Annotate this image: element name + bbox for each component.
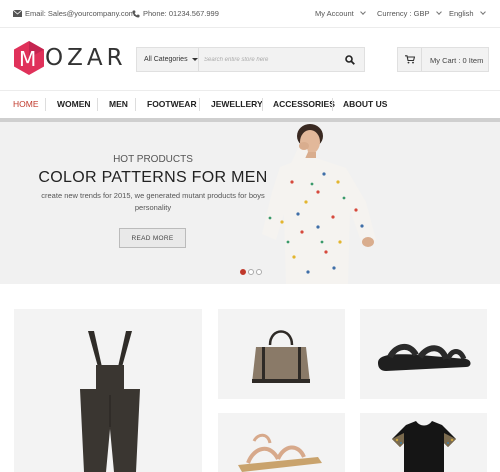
phone-icon <box>132 10 140 17</box>
nav-divider <box>45 98 46 111</box>
email-text: Email: Sales@yourcompany.com <box>25 9 136 18</box>
nav-divider <box>332 98 333 111</box>
caret-down-icon <box>191 58 198 61</box>
cart-button[interactable]: My Cart : 0 Item <box>397 47 489 72</box>
hero-model-image <box>262 124 376 284</box>
cart-label: My Cart : 0 Item <box>430 56 484 65</box>
nav-divider <box>199 98 200 111</box>
hero-slider: HOT PRODUCTS COLOR PATTERNS FOR MEN crea… <box>0 122 500 284</box>
hero-description: create new trends for 2015, we generated… <box>41 191 265 212</box>
top-bar: Email: Sales@yourcompany.com Phone: 0123… <box>0 0 500 28</box>
language-dropdown[interactable]: English <box>449 9 486 18</box>
product-tile-heels[interactable] <box>218 413 345 472</box>
phone-contact: Phone: 01234.567.999 <box>132 9 219 18</box>
nav-about-us[interactable]: ABOUT US <box>343 99 387 109</box>
phone-text: Phone: 01234.567.999 <box>143 9 219 18</box>
nav-divider <box>262 98 263 111</box>
handbag-image <box>252 330 310 383</box>
product-tile-sandal[interactable] <box>360 309 487 399</box>
overalls-image <box>80 331 140 472</box>
chevron-down-icon <box>435 9 442 15</box>
search-button[interactable] <box>336 48 364 71</box>
nav-footwear[interactable]: FOOTWEAR <box>147 99 197 109</box>
main-nav: HOME WOMEN MEN FOOTWEAR JEWELLERY ACCESS… <box>0 90 500 118</box>
product-tile-handbag[interactable] <box>218 309 345 399</box>
sandal-image <box>378 344 471 371</box>
chevron-down-icon <box>359 9 366 15</box>
cart-icon-box <box>398 48 422 71</box>
cart-icon <box>404 55 415 64</box>
currency-label: Currency : GBP <box>377 9 430 18</box>
nav-home[interactable]: HOME <box>13 99 39 109</box>
nav-divider <box>135 98 136 111</box>
my-account-label: My Account <box>315 9 354 18</box>
read-more-button[interactable]: READ MORE <box>119 228 186 248</box>
nav-jewellery[interactable]: JEWELLERY <box>211 99 263 109</box>
logo-letter: M <box>19 47 37 71</box>
nav-women[interactable]: WOMEN <box>57 99 91 109</box>
nav-divider <box>97 98 98 111</box>
slider-dot-2[interactable] <box>248 269 254 275</box>
slider-dot-1[interactable] <box>240 269 246 275</box>
product-tile-tshirt[interactable] <box>360 413 487 472</box>
nav-accessories[interactable]: ACCESSORIES <box>273 99 335 109</box>
language-label: English <box>449 9 474 18</box>
currency-dropdown[interactable]: Currency : GBP <box>377 9 442 18</box>
slider-dot-3[interactable] <box>256 269 262 275</box>
chevron-down-icon <box>479 9 486 15</box>
category-label: All Categories <box>144 56 188 63</box>
logo-mark: M <box>13 40 45 76</box>
logo-wordmark: OZAR <box>45 45 127 71</box>
slider-dots <box>240 269 262 275</box>
product-tile-overalls[interactable] <box>14 309 202 472</box>
heels-image <box>238 433 322 472</box>
category-select[interactable]: All Categories <box>137 48 199 71</box>
search-input[interactable] <box>199 48 337 71</box>
email-contact[interactable]: Email: Sales@yourcompany.com <box>13 9 135 18</box>
site-logo[interactable]: M OZAR <box>13 40 127 76</box>
search-bar: All Categories <box>136 47 365 72</box>
tshirt-image <box>392 421 456 472</box>
nav-men[interactable]: MEN <box>109 99 128 109</box>
search-icon <box>345 54 355 65</box>
envelope-icon <box>13 10 22 17</box>
my-account-dropdown[interactable]: My Account <box>315 9 366 18</box>
